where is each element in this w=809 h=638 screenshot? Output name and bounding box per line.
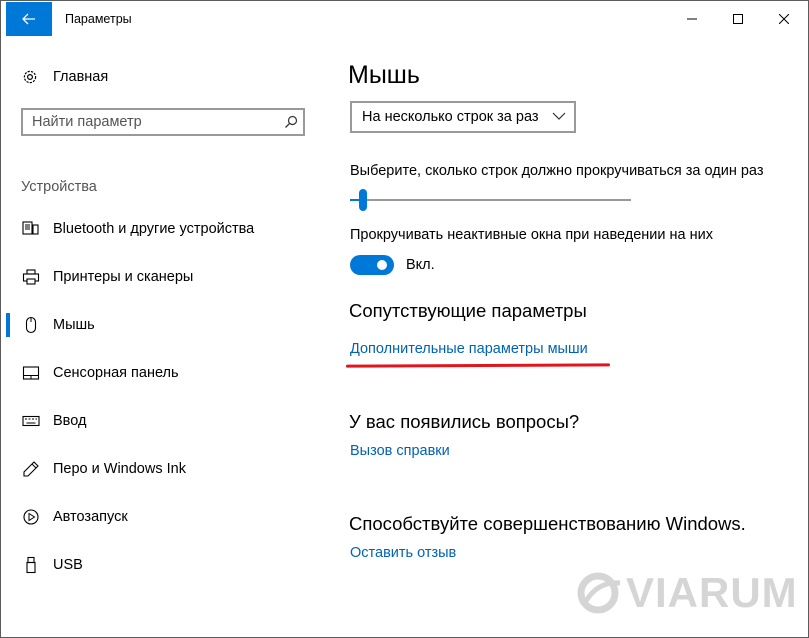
minimize-icon [687, 18, 697, 20]
viarum-watermark: VIARUM [576, 568, 798, 618]
close-button[interactable] [761, 1, 807, 37]
sidebar-item-label: Перо и Windows Ink [53, 461, 186, 477]
pen-icon [21, 459, 41, 479]
keyboard-icon [21, 411, 41, 431]
watermark-logo-icon [577, 572, 621, 614]
sidebar-item-usb[interactable]: USB [1, 547, 321, 583]
gear-icon [23, 70, 37, 84]
sidebar-item-label: Принтеры и сканеры [53, 269, 194, 285]
improve-windows-heading: Способствуйте совершенствованию Windows. [349, 513, 746, 534]
maximize-icon [733, 14, 743, 24]
sidebar-item-autoplay[interactable]: Автозапуск [1, 499, 321, 535]
lines-slider-label: Выберите, сколько строк должно прокручив… [350, 163, 764, 179]
sidebar-item-label: Сенсорная панель [53, 365, 179, 381]
get-help-link[interactable]: Вызов справки [350, 443, 450, 459]
scroll-mode-dropdown[interactable]: На несколько строк за раз [350, 101, 576, 133]
annotation-underline [345, 363, 611, 368]
sidebar-item-mouse[interactable]: Мышь [1, 307, 321, 343]
sidebar-section-title: Устройства [21, 179, 97, 195]
bluetooth-devices-icon [21, 219, 41, 239]
give-feedback-link[interactable]: Оставить отзыв [350, 545, 456, 561]
toggle-state-text: Вкл. [406, 257, 435, 273]
sidebar-item-typing[interactable]: Ввод [1, 403, 321, 439]
usb-icon [21, 555, 41, 575]
page-title: Мышь [348, 61, 420, 89]
inactive-scroll-label: Прокручивать неактивные окна при наведен… [350, 227, 713, 243]
related-settings-heading: Сопутствующие параметры [349, 300, 587, 321]
toggle-knob [377, 260, 387, 270]
sidebar-item-label: Ввод [53, 413, 87, 429]
sidebar-home[interactable]: Главная [21, 65, 108, 89]
watermark-text: VIARUM [626, 569, 798, 616]
maximize-button[interactable] [715, 1, 761, 37]
search-box[interactable] [21, 108, 305, 136]
minimize-button[interactable] [669, 1, 715, 37]
home-label: Главная [53, 69, 109, 85]
autoplay-icon [21, 507, 41, 527]
search-input[interactable] [23, 111, 279, 133]
inactive-scroll-toggle[interactable] [350, 255, 394, 275]
sidebar-item-touchpad[interactable]: Сенсорная панель [1, 355, 321, 391]
back-arrow-icon [22, 13, 35, 25]
slider-track [350, 199, 631, 201]
settings-window: Параметры Главная Устройства [0, 0, 809, 638]
window-title: Параметры [65, 12, 132, 26]
touchpad-icon [21, 363, 41, 383]
additional-mouse-options-link[interactable]: Дополнительные параметры мыши [350, 341, 588, 357]
scroll-mode-value: На несколько строк за раз [362, 109, 539, 125]
sidebar-item-printers[interactable]: Принтеры и сканеры [1, 259, 321, 295]
slider-thumb[interactable] [359, 189, 368, 211]
chevron-down-icon [552, 112, 566, 120]
sidebar-item-pen[interactable]: Перо и Windows Ink [1, 451, 321, 487]
sidebar-item-label: USB [53, 557, 83, 573]
title-bar: Параметры [1, 1, 808, 37]
questions-heading: У вас появились вопросы? [349, 411, 580, 432]
search-icon[interactable] [279, 115, 303, 129]
close-icon [779, 14, 789, 24]
selection-indicator [6, 313, 10, 337]
printer-icon [21, 267, 41, 287]
lines-slider[interactable] [350, 189, 631, 213]
sidebar-item-label: Мышь [53, 317, 95, 333]
mouse-icon [21, 315, 41, 335]
sidebar-item-label: Автозапуск [53, 509, 128, 525]
sidebar-item-label: Bluetooth и другие устройства [53, 221, 255, 237]
sidebar-item-bluetooth[interactable]: Bluetooth и другие устройства [1, 211, 321, 247]
back-button[interactable] [6, 2, 52, 36]
